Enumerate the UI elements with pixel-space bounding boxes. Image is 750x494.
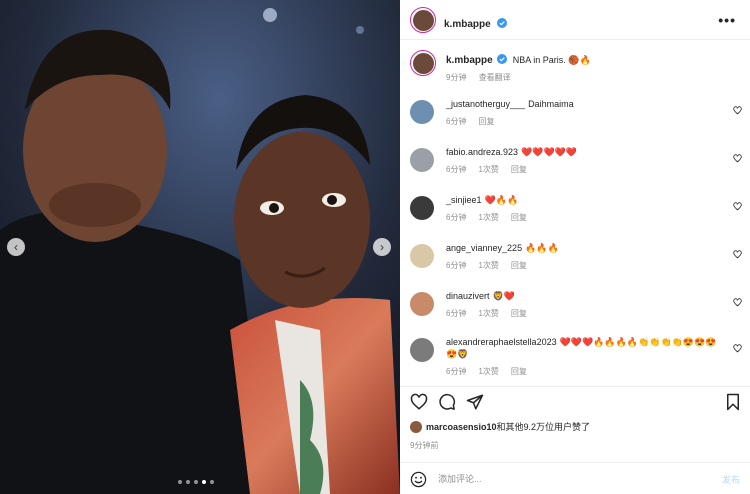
- comment-row: fabio.andreza.923 ❤️❤️❤️❤️❤️ 6分钟 1次赞 回复: [400, 146, 750, 190]
- add-comment-bar: 发布: [400, 462, 750, 494]
- comment-likes[interactable]: 1次赞: [478, 261, 498, 270]
- commenter-username[interactable]: ange_vianney_225: [446, 243, 522, 253]
- post-photo: [0, 0, 400, 494]
- post-caption: k.mbappe NBA in Paris. 🏀🔥 9分钟 查看翻译: [400, 48, 750, 88]
- reply-button[interactable]: 回复: [511, 213, 527, 222]
- comment-body: fabio.andreza.923 ❤️❤️❤️❤️❤️ 6分钟 1次赞 回复: [446, 146, 726, 176]
- caption-username[interactable]: k.mbappe: [446, 55, 493, 66]
- comment-text: ❤️🔥🔥: [484, 195, 519, 205]
- comment-meta: 6分钟 回复: [446, 116, 726, 128]
- caption-avatar[interactable]: [410, 50, 436, 76]
- commenter-username[interactable]: fabio.andreza.923: [446, 147, 518, 157]
- comment-likes[interactable]: 1次赞: [478, 367, 498, 376]
- comment-like-heart-icon[interactable]: [733, 344, 742, 353]
- comment-likes[interactable]: 1次赞: [478, 165, 498, 174]
- comment-meta: 6分钟 1次赞 回复: [446, 308, 726, 320]
- bookmark-icon[interactable]: [724, 393, 742, 411]
- commenter-avatar[interactable]: [410, 196, 434, 220]
- comment-time: 6分钟: [446, 309, 467, 318]
- commenter-avatar[interactable]: [410, 338, 434, 362]
- commenter-avatar[interactable]: [410, 100, 434, 124]
- author-avatar[interactable]: [410, 7, 436, 33]
- verified-badge-icon: [497, 54, 508, 64]
- commenter-avatar[interactable]: [410, 244, 434, 268]
- comment-input[interactable]: [438, 471, 698, 487]
- comment-body: _justanotherguy___ Daihmaima 6分钟 回复: [446, 98, 726, 128]
- post-photo-area: ‹ ›: [0, 0, 400, 494]
- comment-text: 🔥🔥🔥: [525, 243, 559, 253]
- comment-row: alexandreraphaelstella2023 ❤️❤️❤️🔥🔥🔥🔥👏👏👏👏…: [400, 336, 750, 380]
- comment-time: 6分钟: [446, 367, 467, 376]
- reply-button[interactable]: 回复: [511, 261, 527, 270]
- comment-row: dinauzivert 🦁❤️ 6分钟 1次赞 回复: [400, 290, 750, 334]
- carousel-prev-button[interactable]: ‹: [7, 238, 25, 256]
- commenter-username[interactable]: dinauzivert: [446, 291, 490, 301]
- comment-meta: 6分钟 1次赞 回复: [446, 260, 726, 272]
- comment-like-heart-icon[interactable]: [733, 298, 742, 307]
- comment-body: _sinjiee1 ❤️🔥🔥 6分钟 1次赞 回复: [446, 194, 726, 224]
- post-time: 9分钟前: [410, 441, 439, 450]
- comment-time: 6分钟: [446, 261, 467, 270]
- comment-row: _sinjiee1 ❤️🔥🔥 6分钟 1次赞 回复: [400, 194, 750, 238]
- post-header: k.mbappe •••: [400, 0, 750, 40]
- fire-emoji: 🔥: [579, 55, 591, 65]
- comment-icon[interactable]: [438, 393, 456, 411]
- comment-row: ange_vianney_225 🔥🔥🔥 6分钟 1次赞 回复: [400, 242, 750, 286]
- carousel-dot: [202, 480, 206, 484]
- carousel-next-button[interactable]: ›: [373, 238, 391, 256]
- comment-like-heart-icon[interactable]: [733, 202, 742, 211]
- liker-username[interactable]: marcoasensio10: [426, 422, 497, 432]
- more-options-icon[interactable]: •••: [718, 12, 736, 28]
- carousel-dot: [186, 480, 190, 484]
- reply-button[interactable]: 回复: [478, 117, 494, 126]
- comment-time: 6分钟: [446, 213, 467, 222]
- reply-button[interactable]: 回复: [511, 165, 527, 174]
- comment-time: 6分钟: [446, 165, 467, 174]
- comment-text: 🦁❤️: [492, 291, 515, 301]
- comment-likes[interactable]: 1次赞: [478, 309, 498, 318]
- likes-rest-text[interactable]: 和其他9.2万位用户赞了: [497, 422, 591, 432]
- comment-meta: 6分钟 1次赞 回复: [446, 212, 726, 224]
- share-icon[interactable]: [466, 393, 484, 411]
- see-translation-link[interactable]: 查看翻译: [479, 73, 511, 82]
- likes-summary: marcoasensio10和其他9.2万位用户赞了: [410, 420, 590, 433]
- post-comment-button[interactable]: 发布: [722, 473, 740, 486]
- comment-meta: 6分钟 1次赞 回复: [446, 164, 726, 176]
- caption-time: 9分钟: [446, 73, 467, 82]
- comment-like-heart-icon[interactable]: [733, 154, 742, 163]
- comment-time: 6分钟: [446, 117, 467, 126]
- commenter-username[interactable]: _justanotherguy___: [446, 99, 525, 109]
- liker-avatar: [410, 421, 422, 433]
- comment-row: _justanotherguy___ Daihmaima 6分钟 回复: [400, 98, 750, 142]
- comment-like-heart-icon[interactable]: [733, 106, 742, 115]
- comment-likes[interactable]: 1次赞: [478, 213, 498, 222]
- post-details-panel: k.mbappe ••• k.mbappe NBA in Paris. 🏀🔥 9…: [400, 0, 750, 494]
- heart-icon[interactable]: [410, 393, 428, 411]
- reply-button[interactable]: 回复: [511, 309, 527, 318]
- comment-like-heart-icon[interactable]: [733, 250, 742, 259]
- commenter-avatar[interactable]: [410, 292, 434, 316]
- comment-body: dinauzivert 🦁❤️ 6分钟 1次赞 回复: [446, 290, 726, 320]
- verified-badge-icon: [497, 18, 508, 28]
- carousel-dot: [194, 480, 198, 484]
- commenter-username[interactable]: _sinjiee1: [446, 195, 482, 205]
- author-username[interactable]: k.mbappe: [444, 19, 491, 30]
- reply-button[interactable]: 回复: [511, 367, 527, 376]
- carousel-dot: [210, 480, 214, 484]
- commenter-avatar[interactable]: [410, 148, 434, 172]
- carousel-dot: [178, 480, 182, 484]
- caption-text: NBA in Paris.: [512, 55, 566, 65]
- comment-body: ange_vianney_225 🔥🔥🔥 6分钟 1次赞 回复: [446, 242, 726, 272]
- comment-meta: 6分钟 1次赞 回复: [446, 366, 726, 378]
- basketball-emoji: 🏀: [568, 55, 580, 65]
- comment-body: alexandreraphaelstella2023 ❤️❤️❤️🔥🔥🔥🔥👏👏👏👏…: [446, 336, 726, 378]
- emoji-icon[interactable]: [410, 471, 427, 488]
- carousel-indicator: [178, 480, 214, 484]
- comment-text: Daihmaima: [528, 99, 574, 109]
- action-bar: [400, 386, 750, 416]
- commenter-username[interactable]: alexandreraphaelstella2023: [446, 337, 557, 347]
- comment-text: ❤️❤️❤️❤️❤️: [521, 147, 578, 157]
